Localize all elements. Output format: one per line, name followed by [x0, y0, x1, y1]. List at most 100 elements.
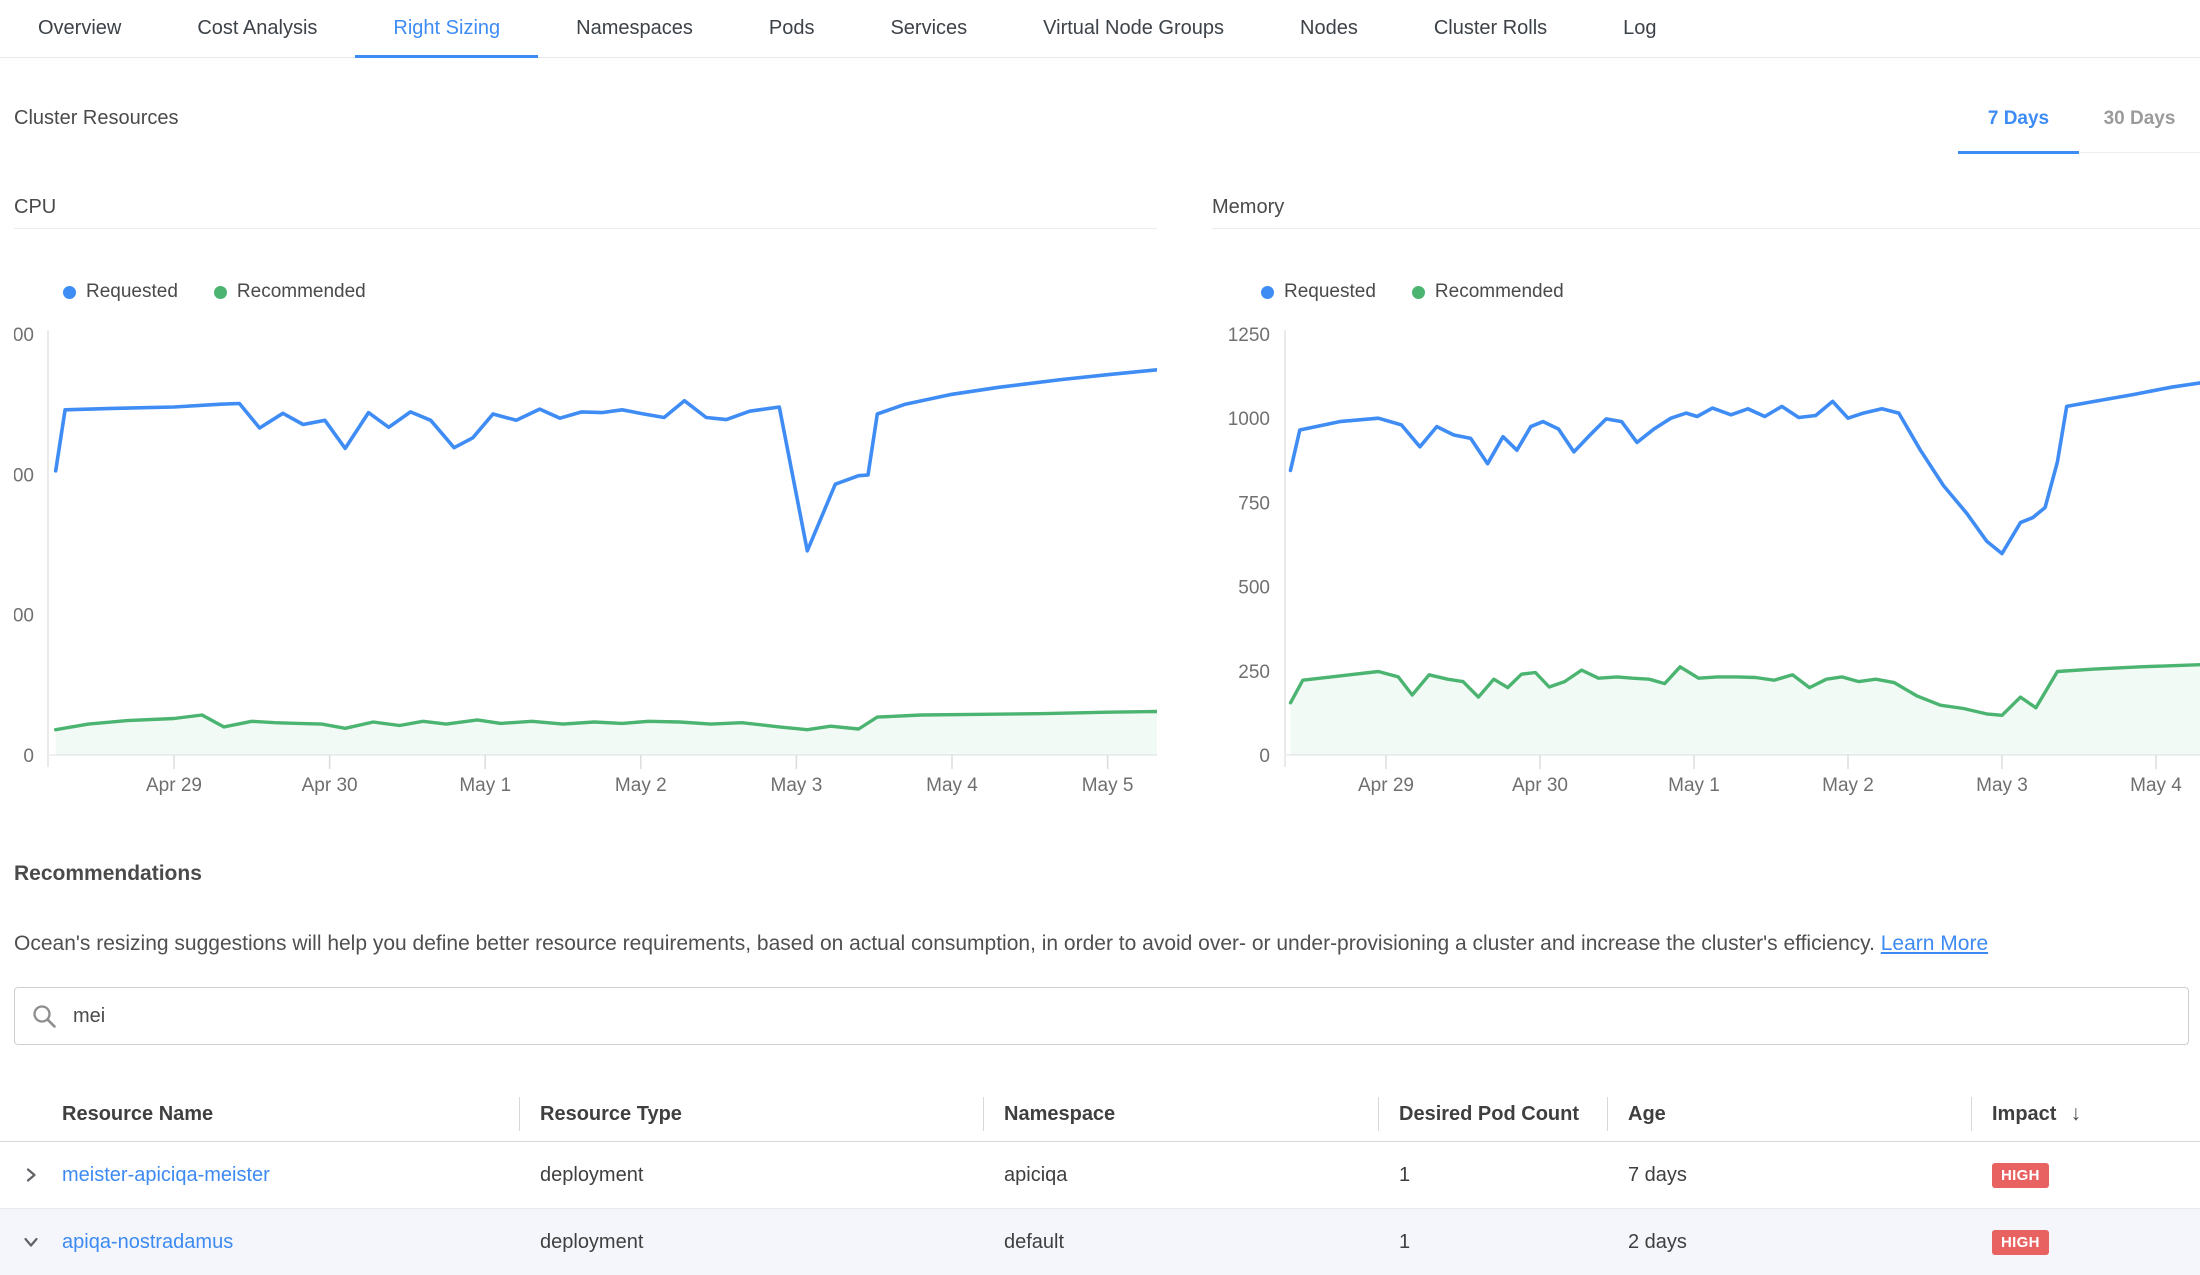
resource-name-link[interactable]: meister-apiciqa-meister	[62, 1164, 270, 1186]
legend-label: Recommended	[237, 281, 366, 303]
x-tick-label: Apr 29	[1358, 775, 1414, 796]
range-tab-30-days[interactable]: 30 Days	[2079, 57, 2200, 152]
range-tab-7-days[interactable]: 7 Days	[1958, 57, 2079, 152]
chevron-down-icon	[22, 1233, 40, 1251]
memory-chart-title: Memory	[1212, 196, 1284, 219]
time-range-toggle: 7 Days 30 Days	[1958, 57, 2200, 153]
impact-cell: HIGH	[1971, 1163, 2200, 1188]
legend-item-requested: Requested	[63, 281, 178, 303]
cpu-chart-panel: CPU Requested Recommended 6004002000Apr …	[14, 153, 1157, 820]
x-tick-label: Apr 30	[302, 775, 358, 796]
legend-item-recommended: Recommended	[1412, 281, 1564, 303]
table-row: meister-apiciqa-meister deployment apici…	[0, 1142, 2200, 1209]
tab-virtual-node-groups[interactable]: Virtual Node Groups	[1005, 0, 1262, 57]
y-tick-label: 500	[1238, 578, 1270, 599]
x-tick-label: May 4	[926, 775, 978, 796]
memory-chart-panel: Memory Requested Recommended 1250 1000 750…	[1212, 153, 2200, 820]
recommendations-title: Recommendations	[14, 862, 2189, 886]
cpu-chart-svg: 6004002000Apr 29Apr 30May 1May 2May 3May…	[14, 320, 1157, 810]
chevron-right-icon	[22, 1166, 40, 1184]
requested-dot-icon	[63, 286, 76, 299]
y-tick-label: 400	[14, 465, 34, 486]
age-cell: 7 days	[1607, 1164, 1971, 1187]
column-header-desired-pod-count[interactable]: Desired Pod Count	[1378, 1087, 1607, 1141]
y-tick-label: 250	[1238, 662, 1270, 683]
y-tick-label: 0	[23, 746, 34, 767]
resource-name-cell: apiqa-nostradamus	[62, 1231, 519, 1254]
age-cell: 2 days	[1607, 1231, 1971, 1254]
column-header-resource-name[interactable]: Resource Name	[0, 1087, 519, 1141]
recommended-dot-icon	[214, 286, 227, 299]
description-text: Ocean's resizing suggestions will help y…	[14, 932, 1875, 955]
y-tick-label: 0	[1259, 746, 1270, 767]
recommended-dot-icon	[1412, 286, 1425, 299]
tab-log[interactable]: Log	[1585, 0, 1694, 57]
resource-name-link[interactable]: apiqa-nostradamus	[62, 1231, 233, 1253]
tab-namespaces[interactable]: Namespaces	[538, 0, 731, 57]
search-icon	[31, 1003, 58, 1030]
y-tick-label: 200	[14, 606, 34, 627]
y-tick-label: 750	[1238, 493, 1270, 514]
cpu-chart-legend: Requested Recommended	[63, 281, 366, 303]
resource-name-cell: meister-apiciqa-meister	[62, 1164, 519, 1187]
learn-more-link[interactable]: Learn More	[1881, 932, 1988, 955]
x-tick-label: May 4	[2130, 775, 2182, 796]
column-header-namespace[interactable]: Namespace	[983, 1087, 1378, 1141]
impact-cell: HIGH	[1971, 1230, 2200, 1255]
legend-label: Requested	[1284, 281, 1376, 303]
x-tick-label: May 2	[1822, 775, 1874, 796]
x-tick-label: Apr 30	[1512, 775, 1568, 796]
legend-item-recommended: Recommended	[214, 281, 366, 303]
resource-type-cell: deployment	[519, 1164, 983, 1187]
recommendations-description: Ocean's resizing suggestions will help y…	[14, 932, 2189, 956]
memory-panel-divider	[1212, 228, 2200, 229]
tab-overview[interactable]: Overview	[0, 0, 159, 57]
legend-label: Recommended	[1435, 281, 1564, 303]
page-title: Cluster Resources	[14, 107, 179, 130]
search-box	[14, 987, 2189, 1045]
legend-item-requested: Requested	[1261, 281, 1376, 303]
memory-chart-legend: Requested Recommended	[1261, 281, 1564, 303]
cluster-resources-charts: CPU Requested Recommended 6004002000Apr …	[0, 153, 2200, 820]
search-input[interactable]	[71, 1004, 2172, 1029]
column-header-age[interactable]: Age	[1607, 1087, 1971, 1141]
x-tick-label: Apr 29	[146, 775, 202, 796]
tab-right-sizing[interactable]: Right Sizing	[355, 0, 538, 57]
x-tick-label: May 1	[1668, 775, 1720, 796]
x-tick-label: May 3	[1976, 775, 2028, 796]
cpu-panel-divider	[14, 228, 1157, 229]
recommendations-section: Recommendations Ocean's resizing suggest…	[14, 820, 2189, 1045]
x-tick-label: May 5	[1082, 775, 1134, 796]
requested-line	[56, 370, 1157, 551]
impact-high-badge: HIGH	[1992, 1230, 2049, 1255]
sort-desc-icon[interactable]: ↓	[2070, 1102, 2081, 1126]
y-tick-label: 1250	[1228, 325, 1270, 346]
x-tick-label: May 3	[771, 775, 823, 796]
namespace-cell: apiciqa	[983, 1164, 1378, 1187]
row-expander[interactable]	[0, 1233, 62, 1251]
y-tick-label: 600	[14, 325, 34, 346]
recommended-area-fill	[56, 712, 1157, 756]
impact-high-badge: HIGH	[1992, 1163, 2049, 1188]
tab-cost-analysis[interactable]: Cost Analysis	[159, 0, 355, 57]
page-header: Cluster Resources 7 Days 30 Days	[0, 57, 2200, 153]
tab-bar: OverviewCost AnalysisRight SizingNamespa…	[0, 0, 2200, 58]
recommendations-table: Resource Name Resource Type Namespace De…	[0, 1087, 2200, 1275]
row-expander[interactable]	[0, 1166, 62, 1184]
tab-nodes[interactable]: Nodes	[1262, 0, 1396, 57]
column-header-resource-type[interactable]: Resource Type	[519, 1087, 983, 1141]
table-header-row: Resource Name Resource Type Namespace De…	[0, 1087, 2200, 1142]
y-tick-label: 1000	[1228, 409, 1270, 430]
table-row: apiqa-nostradamus deployment default 1 2…	[0, 1209, 2200, 1275]
legend-label: Requested	[86, 281, 178, 303]
tab-cluster-rolls[interactable]: Cluster Rolls	[1396, 0, 1585, 57]
requested-line	[1291, 383, 2200, 554]
desired-pod-count-cell: 1	[1378, 1164, 1607, 1187]
resource-type-cell: deployment	[519, 1231, 983, 1254]
x-tick-label: May 2	[615, 775, 667, 796]
tab-services[interactable]: Services	[852, 0, 1005, 57]
column-header-impact-label[interactable]: Impact	[1992, 1103, 2056, 1126]
tab-pods[interactable]: Pods	[731, 0, 853, 57]
memory-chart-svg: 1250 1000 750 500 250 0 Apr 29 Apr 30 May 1 May 2…	[1212, 320, 2200, 810]
namespace-cell: default	[983, 1231, 1378, 1254]
